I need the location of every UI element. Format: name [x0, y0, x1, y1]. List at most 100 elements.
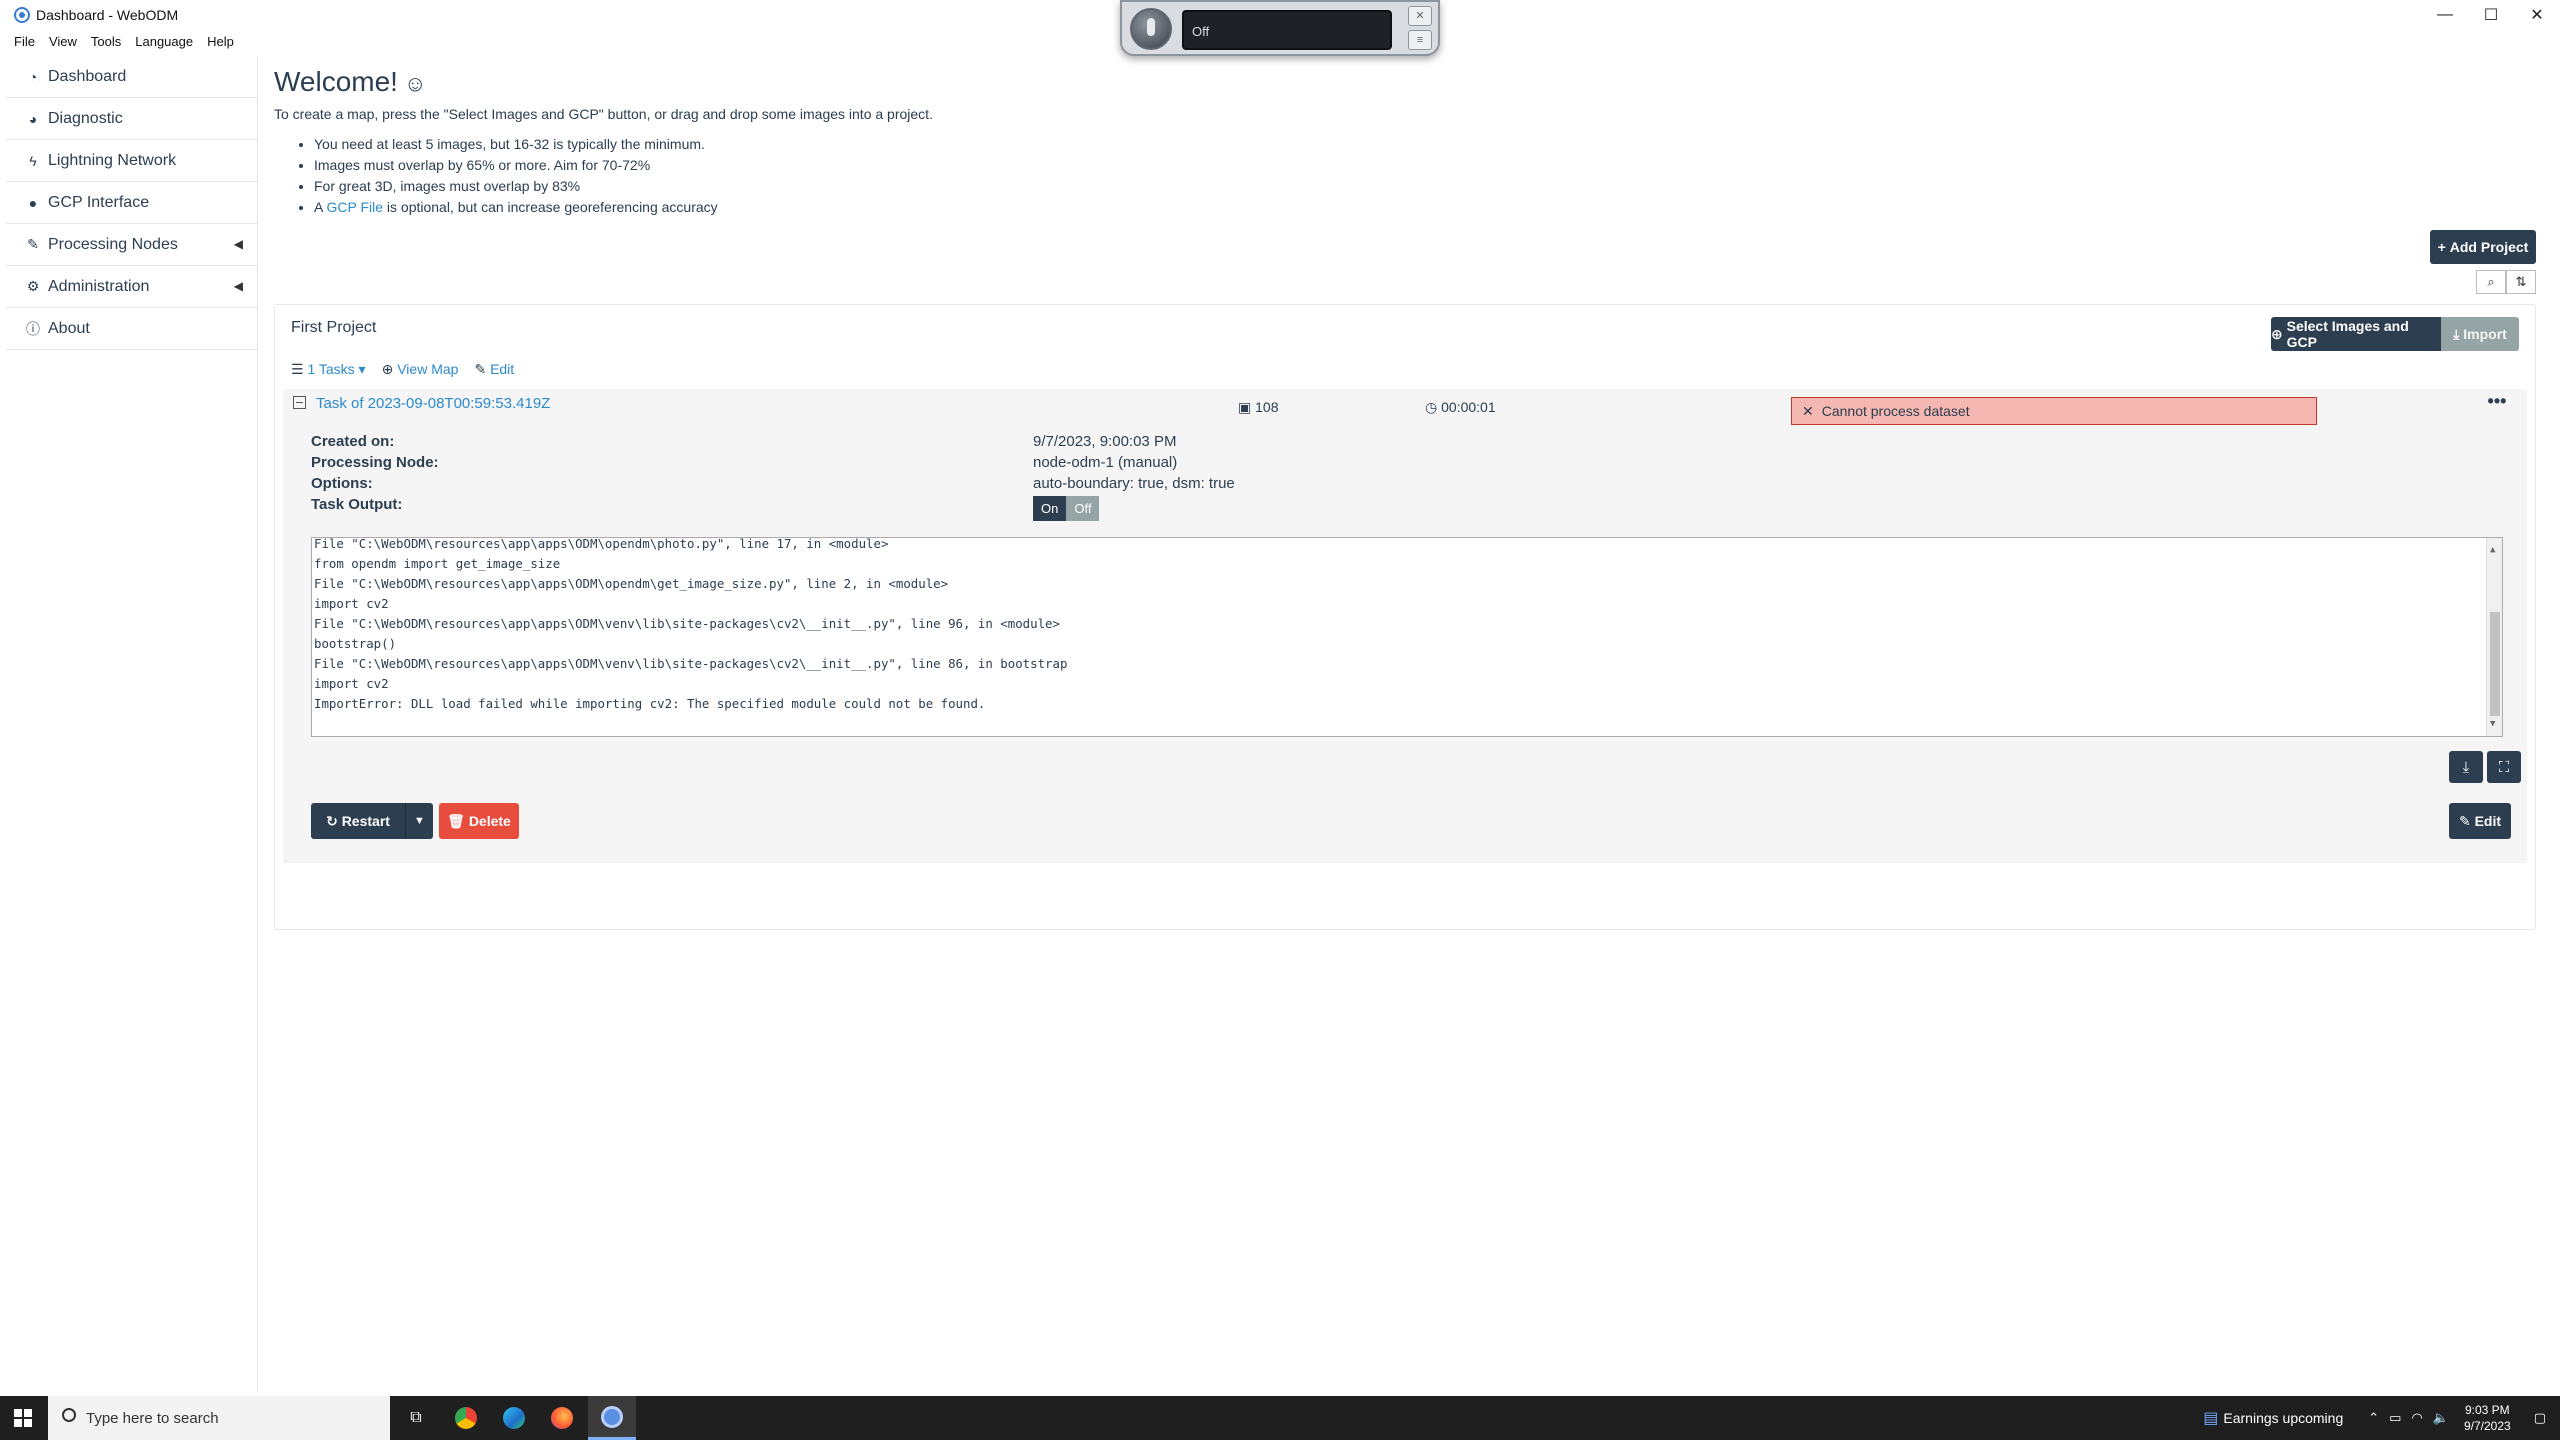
webodm-logo-icon	[14, 7, 30, 23]
volume-icon[interactable]: 🔈	[2433, 1410, 2449, 1426]
console-line: from opendm import get_image_size	[314, 556, 561, 571]
sidebar-item-label: Processing Nodes	[48, 235, 178, 253]
add-project-label: Add Project	[2449, 239, 2529, 255]
delete-button[interactable]: 🗑 Delete	[439, 803, 519, 839]
voice-recorder-widget: Off ✕ ≡	[1120, 0, 1440, 56]
search-icon[interactable]: ⌕	[2476, 270, 2506, 294]
tip-item: You need at least 5 images, but 16-32 is…	[314, 134, 718, 155]
sidebar-item-dashboard[interactable]: ◔ Dashboard	[6, 56, 257, 98]
chrome-app[interactable]	[442, 1396, 490, 1440]
console-scrollbar[interactable]: ▲ ▼	[2486, 538, 2502, 736]
error-x-icon: ✕	[1802, 402, 1814, 419]
edit-task-button[interactable]: ✎ Edit	[2449, 803, 2511, 839]
wifi-icon[interactable]: ◠	[2411, 1410, 2422, 1426]
restart-button[interactable]: ↻ Restart	[311, 803, 405, 839]
clock-date: 9/7/2023	[2463, 1419, 2511, 1433]
view-map-link[interactable]: ⊕ View Map	[382, 361, 459, 378]
minimize-button[interactable]: —	[2422, 0, 2468, 30]
select-images-button[interactable]: ⊕ Select Images and GCP	[2271, 317, 2441, 351]
node-value: node-odm-1 (manual)	[1033, 454, 1178, 471]
upload-icon: ⊕	[2271, 325, 2287, 342]
edit-label: Edit	[490, 361, 515, 377]
recorder-menu-icon[interactable]: ≡	[1408, 30, 1432, 50]
menu-tools[interactable]: Tools	[91, 34, 121, 49]
edit-task-label: Edit	[2474, 813, 2502, 829]
collapse-icon[interactable]	[293, 396, 306, 409]
sidebar-item-label: Administration	[48, 277, 150, 295]
output-off-toggle[interactable]: Off	[1066, 496, 1100, 521]
console-line: File "C:\WebODM\resources\app\apps\ODM\v…	[314, 616, 1060, 631]
add-project-button[interactable]: + Add Project	[2430, 230, 2536, 264]
project-name: First Project	[291, 319, 377, 336]
console-line: File "C:\WebODM\resources\app\apps\ODM\o…	[314, 537, 889, 551]
task-output-toggle: On Off	[1033, 496, 1235, 521]
scroll-down-icon[interactable]: ▼	[2490, 714, 2495, 734]
tips-list: You need at least 5 images, but 16-32 is…	[314, 134, 718, 218]
menu-view[interactable]: View	[49, 34, 77, 49]
task-error-status: ✕ Cannot process dataset	[1791, 397, 2317, 425]
windows-logo-icon	[14, 1409, 32, 1427]
network-device-icon[interactable]: ▭	[2389, 1410, 2401, 1426]
scroll-up-icon[interactable]: ▲	[2490, 540, 2495, 560]
firefox-app[interactable]	[538, 1396, 586, 1440]
task-detail-labels: Created on: Processing Node: Options: Ta…	[311, 431, 439, 515]
console-line: bootstrap()	[314, 636, 397, 651]
project-tools: ⌕ ⇅	[2476, 270, 2536, 294]
sidebar-item-administration[interactable]: ⚙ Administration ◀	[6, 266, 257, 308]
recorder-status: Off	[1182, 10, 1392, 50]
chrome-icon	[455, 1407, 477, 1429]
wrench-icon: ✎	[27, 236, 39, 252]
sort-icon[interactable]: ⇅	[2506, 270, 2536, 294]
task-name[interactable]: Task of 2023-09-08T00:59:53.419Z	[316, 395, 550, 412]
project-panel: First Project ⊕ Select Images and GCP ⤓ …	[274, 304, 2536, 930]
caret-down-icon: ▼	[414, 815, 425, 827]
edit-project-link[interactable]: ✎ Edit	[474, 361, 514, 378]
view-map-label: View Map	[397, 361, 459, 377]
console-lines: File "C:\WebODM\resources\app\apps\ODM\o…	[314, 537, 1068, 714]
download-output-button[interactable]: ⤓	[2449, 751, 2483, 783]
console-line: File "C:\WebODM\resources\app\apps\ODM\v…	[314, 656, 1068, 671]
restart-dropdown-button[interactable]: ▼	[405, 803, 433, 839]
sidebar-item-about[interactable]: ⓘ About	[6, 308, 257, 350]
tasks-dropdown[interactable]: ☰ 1 Tasks ▾	[291, 361, 366, 378]
gcp-file-link[interactable]: GCP File	[326, 199, 383, 215]
pencil-icon: ✎	[2458, 812, 2475, 829]
window-scrollbar[interactable]	[2546, 56, 2560, 1392]
recorder-close-icon[interactable]: ✕	[1408, 6, 1432, 26]
chevron-up-icon[interactable]: ⌃	[2368, 1410, 2379, 1426]
task-more-button[interactable]: •••	[2481, 392, 2513, 417]
sidebar-item-lightning-network[interactable]: ϟ Lightning Network	[6, 140, 257, 182]
close-button[interactable]: ✕	[2514, 0, 2560, 30]
scroll-thumb[interactable]	[2490, 612, 2500, 716]
news-icon[interactable]: ▤	[2203, 1408, 2218, 1428]
notifications-icon[interactable]: ▢	[2534, 1410, 2546, 1426]
chevron-left-icon: ◀	[233, 279, 243, 293]
menu-language[interactable]: Language	[135, 34, 193, 49]
output-on-toggle[interactable]: On	[1033, 496, 1067, 521]
image-count: 108	[1255, 399, 1279, 415]
task-view-button[interactable]: ⧉	[392, 1396, 440, 1440]
sidebar-item-processing-nodes[interactable]: ✎ Processing Nodes ◀	[6, 224, 257, 266]
menu-help[interactable]: Help	[207, 34, 234, 49]
sidebar-item-gcp-interface[interactable]: ● GCP Interface	[6, 182, 257, 224]
news-widget[interactable]: Earnings upcoming	[2223, 1410, 2343, 1426]
tasks-label: 1 Tasks	[307, 361, 355, 377]
sidebar-item-label: GCP Interface	[48, 193, 150, 211]
maximize-button[interactable]: ☐	[2468, 0, 2514, 30]
start-button[interactable]	[0, 1396, 46, 1440]
dashboard-icon: ◔	[28, 68, 38, 85]
taskbar-search[interactable]: Type here to search	[48, 1396, 390, 1440]
menu-file[interactable]: File	[14, 34, 35, 49]
import-button[interactable]: ⤓ Import	[2441, 317, 2519, 351]
edge-app[interactable]	[490, 1396, 538, 1440]
fullscreen-output-button[interactable]: ⛶	[2487, 751, 2521, 783]
search-placeholder: Type here to search	[86, 1409, 219, 1427]
taskbar-clock[interactable]: 9:03 PM 9/7/2023	[2464, 1402, 2511, 1434]
task-title[interactable]: Task of 2023-09-08T00:59:53.419Z	[293, 395, 550, 412]
globe-icon: ⊕	[381, 361, 398, 377]
sidebar-item-diagnostic[interactable]: ◕ Diagnostic	[6, 98, 257, 140]
microphone-icon[interactable]	[1130, 8, 1172, 50]
tip-item: A GCP File is optional, but can increase…	[314, 197, 718, 218]
webodm-app[interactable]	[588, 1396, 636, 1440]
task-output-console[interactable]: File "C:\WebODM\resources\app\apps\ODM\o…	[311, 537, 2503, 737]
